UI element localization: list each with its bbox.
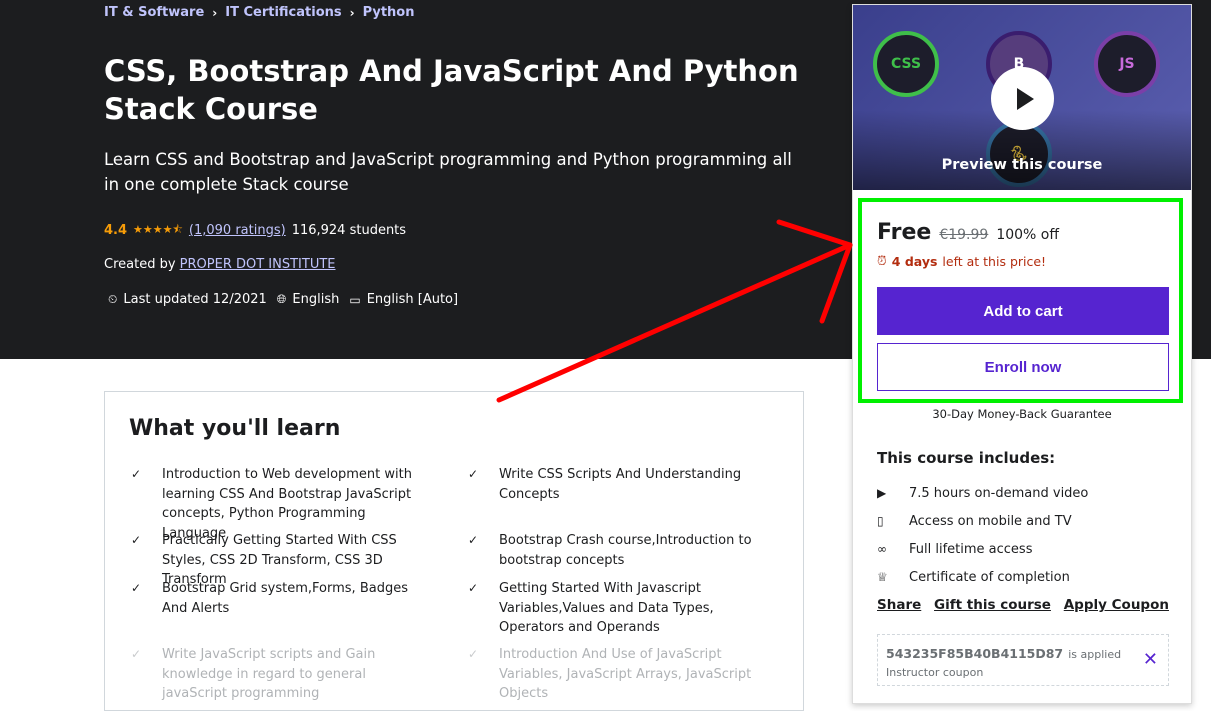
annotation-arrow-shape [496, 219, 853, 403]
annotation-arrow-icon [496, 219, 853, 403]
